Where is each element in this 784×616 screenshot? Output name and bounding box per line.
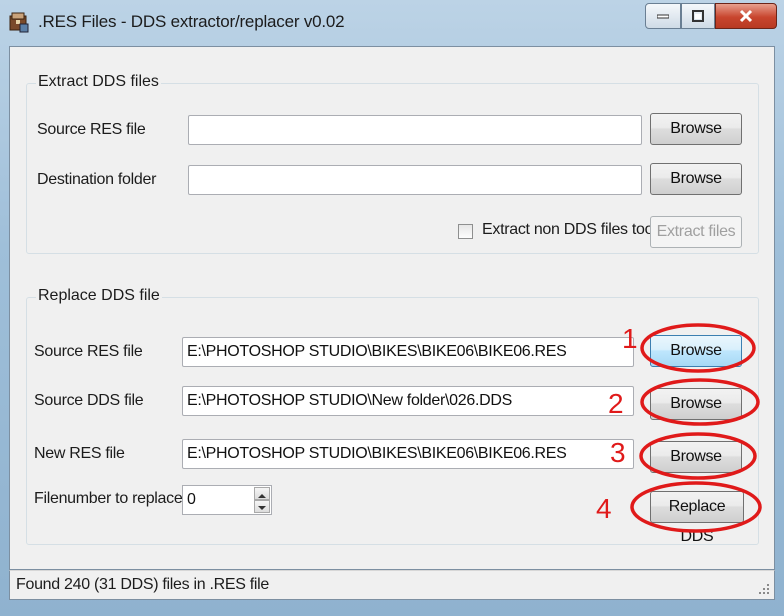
replace-new-res-field[interactable]: E:\PHOTOSHOP STUDIO\BIKES\BIKE06\BIKE06.… — [182, 439, 634, 469]
replace-new-res-label: New RES file — [34, 445, 125, 462]
window-client-area: Extract DDS files Source RES file Browse… — [9, 46, 775, 570]
filenumber-spinner[interactable]: 0 — [182, 485, 272, 515]
replace-source-dds-field[interactable]: E:\PHOTOSHOP STUDIO\New folder\026.DDS — [182, 386, 634, 416]
extract-non-dds-checkbox[interactable] — [458, 224, 473, 239]
extract-dest-browse-button[interactable]: Browse — [650, 163, 742, 195]
resize-grip-icon[interactable] — [758, 583, 770, 595]
maximize-icon — [692, 10, 704, 22]
replace-source-res-label: Source RES file — [34, 343, 143, 360]
replace-dds-button[interactable]: Replace DDS — [650, 491, 744, 545]
replace-filenumber-label: Filenumber to replace — [34, 490, 183, 507]
replace-source-res-browse-button[interactable]: Browse — [650, 335, 742, 367]
window-frame: .RES Files - DDS extractor/replacer v0.0… — [0, 0, 784, 616]
title-bar[interactable]: .RES Files - DDS extractor/replacer v0.0… — [0, 0, 784, 46]
replace-new-res-browse-button[interactable]: Browse — [650, 441, 742, 473]
archive-app-icon — [9, 12, 29, 33]
extract-files-button[interactable]: Extract files — [650, 216, 742, 248]
maximize-button[interactable] — [681, 3, 715, 29]
extract-dest-field[interactable] — [188, 165, 642, 195]
extract-source-field[interactable] — [188, 115, 642, 145]
minimize-icon — [657, 14, 669, 19]
extract-dest-label: Destination folder — [37, 171, 157, 188]
window-title: .RES Files - DDS extractor/replacer v0.0… — [38, 12, 345, 31]
status-bar: Found 240 (31 DDS) files in .RES file — [9, 570, 775, 600]
replace-source-dds-label: Source DDS file — [34, 392, 144, 409]
spinner-up-button[interactable] — [254, 487, 270, 500]
close-icon — [739, 9, 753, 23]
replace-source-dds-browse-button[interactable]: Browse — [650, 388, 742, 420]
extract-source-label: Source RES file — [37, 121, 146, 138]
spinner-down-button[interactable] — [254, 500, 270, 513]
replace-group-label: Replace DDS file — [36, 287, 162, 305]
minimize-button[interactable] — [645, 3, 681, 29]
close-button[interactable] — [715, 3, 777, 29]
extract-group-label: Extract DDS files — [36, 73, 161, 91]
status-text: Found 240 (31 DDS) files in .RES file — [16, 576, 270, 593]
filenumber-value[interactable]: 0 — [187, 491, 196, 509]
extract-non-dds-label[interactable]: Extract non DDS files too — [482, 221, 654, 239]
chevron-down-icon — [258, 506, 266, 510]
extract-source-browse-button[interactable]: Browse — [650, 113, 742, 145]
replace-source-res-field[interactable]: E:\PHOTOSHOP STUDIO\BIKES\BIKE06\BIKE06.… — [182, 337, 634, 367]
